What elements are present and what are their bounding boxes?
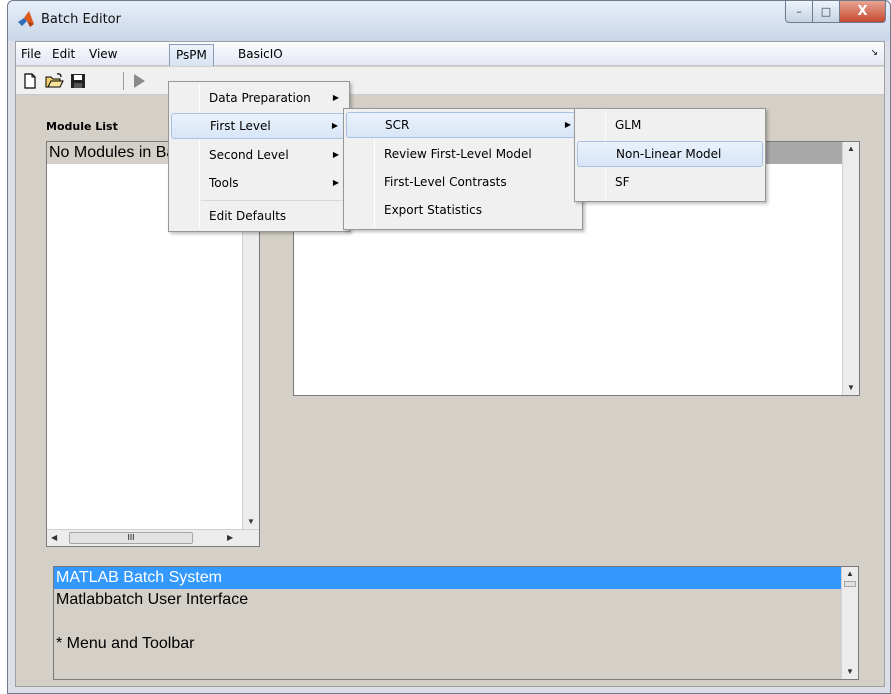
- minimize-button[interactable]: –: [785, 1, 813, 23]
- help-line[interactable]: Matlabbatch User Interface: [54, 589, 843, 611]
- open-folder-icon[interactable]: [44, 71, 64, 91]
- help-vscroll-thumb[interactable]: [844, 581, 856, 587]
- scroll-down-icon[interactable]: ▼: [247, 515, 255, 529]
- menu-non-linear-model[interactable]: Non-Linear Model: [577, 141, 763, 167]
- menubar-overflow-icon[interactable]: ↘: [870, 48, 878, 58]
- run-icon[interactable]: [129, 71, 149, 91]
- menu-view[interactable]: View: [89, 47, 117, 61]
- first-level-menu: SCR ▶ Review First-Level Model First-Lev…: [343, 108, 583, 230]
- menu-file[interactable]: File: [21, 47, 41, 61]
- submenu-arrow-icon: ▶: [331, 121, 338, 130]
- menu-tools[interactable]: Tools ▶: [171, 170, 347, 196]
- help-line-blank: [54, 655, 843, 679]
- window-controls: – □ X: [785, 1, 886, 23]
- scroll-down-icon[interactable]: ▼: [846, 665, 854, 679]
- new-file-icon[interactable]: [20, 71, 40, 91]
- maximize-button[interactable]: □: [813, 1, 840, 23]
- scroll-right-icon[interactable]: ▶: [227, 531, 233, 545]
- help-vscroll[interactable]: ▲ ▼: [841, 567, 858, 679]
- help-line[interactable]: MATLAB Batch System: [54, 567, 843, 589]
- menu-pspm[interactable]: PsPM: [169, 44, 214, 66]
- menu-first-level[interactable]: First Level ▶: [171, 113, 347, 139]
- menu-glm[interactable]: GLM: [577, 112, 763, 138]
- menu-export-statistics[interactable]: Export Statistics: [346, 197, 580, 223]
- save-icon[interactable]: [68, 71, 88, 91]
- scroll-up-icon[interactable]: ▲: [846, 567, 854, 581]
- help-panel[interactable]: MATLAB Batch System Matlabbatch User Int…: [53, 566, 859, 680]
- menu-scr[interactable]: SCR ▶: [346, 112, 580, 138]
- scr-menu: GLM Non-Linear Model SF: [574, 108, 766, 202]
- module-list-hscroll[interactable]: ◀ III ▶: [47, 529, 259, 546]
- menu-data-preparation[interactable]: Data Preparation ▶: [171, 85, 347, 111]
- close-button[interactable]: X: [840, 1, 886, 23]
- submenu-arrow-icon: ▶: [332, 93, 339, 102]
- menu-edit-defaults[interactable]: Edit Defaults: [171, 203, 347, 229]
- menu-bar: File Edit View PsPM BasicIO ↘: [16, 42, 884, 66]
- window-title: Batch Editor: [41, 12, 121, 27]
- submenu-arrow-icon: ▶: [332, 178, 339, 187]
- batch-editor-window: Batch Editor – □ X File Edit View PsPM B…: [7, 0, 891, 694]
- module-list-label: Module List: [46, 120, 118, 133]
- matlab-icon: [18, 11, 34, 27]
- toolbar: [16, 67, 884, 95]
- menu-basicio[interactable]: BasicIO: [238, 47, 283, 61]
- help-line[interactable]: * Menu and Toolbar: [54, 633, 843, 655]
- menu-second-level[interactable]: Second Level ▶: [171, 142, 347, 168]
- menu-sf[interactable]: SF: [577, 169, 763, 195]
- client-area: File Edit View PsPM BasicIO ↘ Module Lis…: [15, 41, 885, 687]
- scroll-left-icon[interactable]: ◀: [51, 531, 57, 545]
- menu-first-level-contrasts[interactable]: First-Level Contrasts: [346, 169, 580, 195]
- submenu-arrow-icon: ▶: [564, 120, 571, 129]
- menu-separator: [201, 200, 346, 201]
- detail-vscroll[interactable]: ▲ ▼: [842, 142, 859, 395]
- toolbar-separator: [123, 72, 124, 90]
- scroll-down-icon[interactable]: ▼: [847, 381, 855, 395]
- pspm-menu: Data Preparation ▶ First Level ▶ Second …: [168, 81, 350, 232]
- menu-review-first-level-model[interactable]: Review First-Level Model: [346, 141, 580, 167]
- hscroll-thumb[interactable]: III: [69, 532, 193, 544]
- menu-edit[interactable]: Edit: [52, 47, 75, 61]
- submenu-arrow-icon: ▶: [332, 150, 339, 159]
- scroll-up-icon[interactable]: ▲: [847, 142, 855, 156]
- help-line[interactable]: [54, 611, 843, 633]
- title-bar[interactable]: Batch Editor – □ X: [8, 1, 890, 41]
